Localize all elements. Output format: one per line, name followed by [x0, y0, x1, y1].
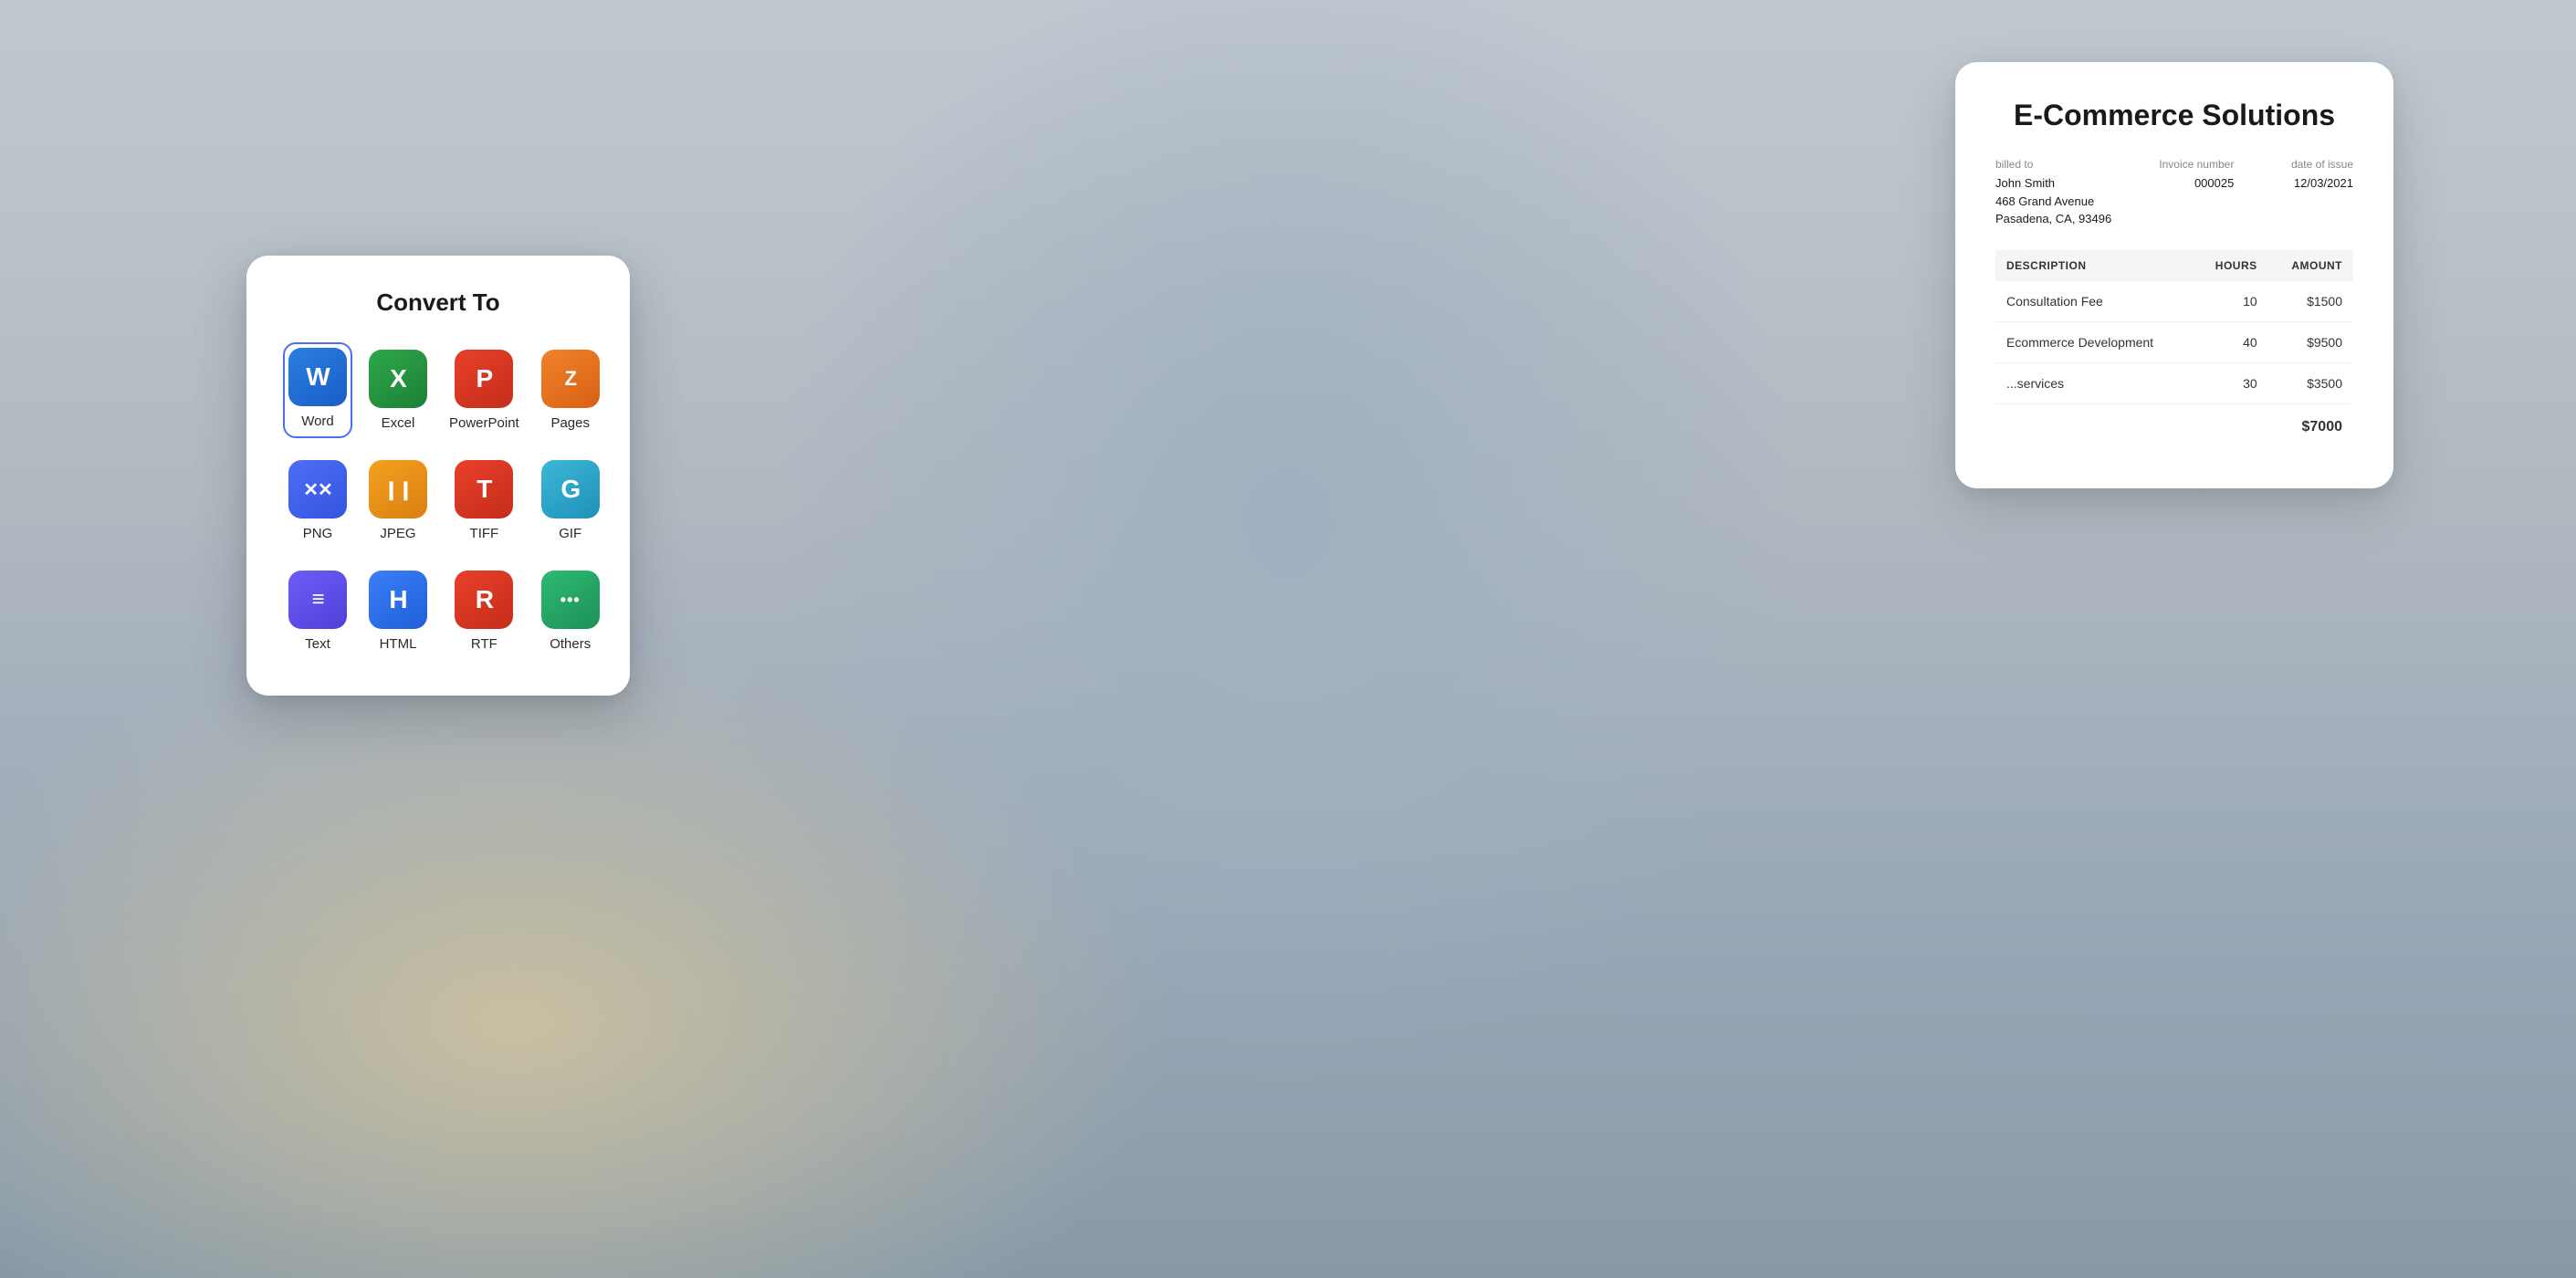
- billed-to-label: billed to: [1995, 158, 2115, 171]
- tiff-icon: T: [455, 460, 513, 519]
- convert-item-jpeg[interactable]: ❙❙ JPEG: [363, 453, 433, 549]
- date-of-issue-value: 12/03/2021: [2234, 174, 2353, 193]
- convert-item-rtf[interactable]: R RTF: [444, 563, 525, 659]
- row2-hours: 40: [2194, 321, 2268, 362]
- row2-description: Ecommerce Development: [1995, 321, 2194, 362]
- row1-amount: $1500: [2268, 281, 2353, 322]
- date-of-issue-label: date of issue: [2234, 158, 2353, 171]
- gif-label: GIF: [559, 526, 581, 541]
- table-row: ...services 30 $3500: [1995, 362, 2353, 403]
- excel-icon: X: [369, 350, 427, 408]
- billed-to-address2: Pasadena, CA, 93496: [1995, 210, 2115, 228]
- table-row: Ecommerce Development 40 $9500: [1995, 321, 2353, 362]
- row2-amount: $9500: [2268, 321, 2353, 362]
- others-label: Others: [550, 636, 591, 652]
- row1-hours: 10: [2194, 281, 2268, 322]
- text-label: Text: [305, 636, 330, 652]
- total-empty-2: [2194, 403, 2268, 448]
- invoice-number-col: Invoice number 000025: [2115, 158, 2235, 228]
- convert-item-excel[interactable]: X Excel: [363, 342, 433, 438]
- invoice-date-col: date of issue 12/03/2021: [2234, 158, 2353, 228]
- row3-description: ...services: [1995, 362, 2194, 403]
- rtf-label: RTF: [471, 636, 497, 652]
- convert-item-text[interactable]: ≡ Text: [283, 563, 352, 659]
- invoice-card: E-Commerce Solutions billed to John Smit…: [1955, 62, 2393, 488]
- powerpoint-label: PowerPoint: [449, 415, 519, 431]
- jpeg-icon: ❙❙: [369, 460, 427, 519]
- powerpoint-icon: P: [455, 350, 513, 408]
- invoice-table-header-row: DESCRIPTION HOURS AMOUNT: [1995, 250, 2353, 281]
- excel-label: Excel: [382, 415, 415, 431]
- pages-label: Pages: [550, 415, 590, 431]
- total-empty-1: [1995, 403, 2194, 448]
- invoice-number-value: 000025: [2115, 174, 2235, 193]
- table-row: Consultation Fee 10 $1500: [1995, 281, 2353, 322]
- convert-item-tiff[interactable]: T TIFF: [444, 453, 525, 549]
- invoice-meta: billed to John Smith 468 Grand Avenue Pa…: [1995, 158, 2353, 228]
- word-icon: W: [288, 348, 347, 406]
- convert-item-pages[interactable]: Z Pages: [536, 342, 605, 438]
- text-icon: ≡: [288, 571, 347, 629]
- convert-to-card: Convert To W Word X Excel P PowerPoint Z…: [246, 256, 630, 696]
- png-icon: ✕✕: [288, 460, 347, 519]
- invoice-table: DESCRIPTION HOURS AMOUNT Consultation Fe…: [1995, 250, 2353, 448]
- tiff-label: TIFF: [470, 526, 499, 541]
- convert-item-gif[interactable]: G GIF: [536, 453, 605, 549]
- convert-grid: W Word X Excel P PowerPoint Z Pages ✕✕ P…: [283, 342, 593, 659]
- row3-hours: 30: [2194, 362, 2268, 403]
- invoice-billed-to-col: billed to John Smith 468 Grand Avenue Pa…: [1995, 158, 2115, 228]
- convert-item-word[interactable]: W Word: [283, 342, 352, 438]
- col-description: DESCRIPTION: [1995, 250, 2194, 281]
- html-icon: H: [369, 571, 427, 629]
- billed-to-address1: 468 Grand Avenue: [1995, 193, 2115, 211]
- invoice-number-label: Invoice number: [2115, 158, 2235, 171]
- convert-item-png[interactable]: ✕✕ PNG: [283, 453, 352, 549]
- col-amount: AMOUNT: [2268, 250, 2353, 281]
- convert-item-others[interactable]: ••• Others: [536, 563, 605, 659]
- row3-amount: $3500: [2268, 362, 2353, 403]
- convert-item-powerpoint[interactable]: P PowerPoint: [444, 342, 525, 438]
- convert-item-html[interactable]: H HTML: [363, 563, 433, 659]
- row1-description: Consultation Fee: [1995, 281, 2194, 322]
- col-hours: HOURS: [2194, 250, 2268, 281]
- total-amount: $7000: [2268, 403, 2353, 448]
- word-label: Word: [301, 414, 334, 429]
- others-icon: •••: [541, 571, 600, 629]
- png-label: PNG: [303, 526, 333, 541]
- invoice-total-row: $7000: [1995, 403, 2353, 448]
- jpeg-label: JPEG: [380, 526, 415, 541]
- convert-card-title: Convert To: [283, 288, 593, 317]
- billed-to-name: John Smith: [1995, 174, 2115, 193]
- rtf-icon: R: [455, 571, 513, 629]
- html-label: HTML: [380, 636, 417, 652]
- pages-icon: Z: [541, 350, 600, 408]
- gif-icon: G: [541, 460, 600, 519]
- invoice-title: E-Commerce Solutions: [1995, 99, 2353, 132]
